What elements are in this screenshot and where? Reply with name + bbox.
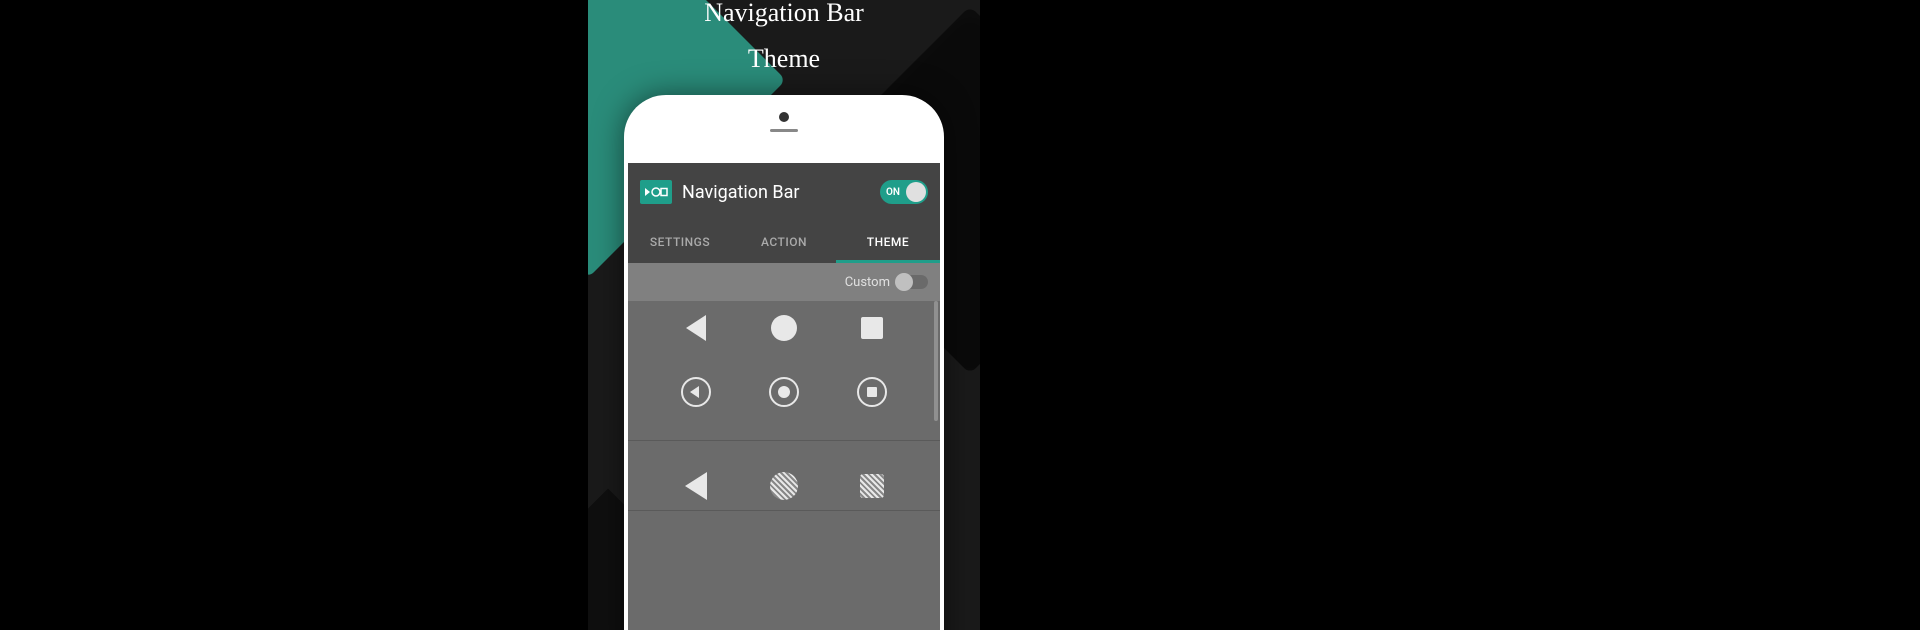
theme-option-outline[interactable] bbox=[628, 343, 940, 441]
home-icon bbox=[769, 471, 799, 501]
promo-title-line2: Theme bbox=[588, 44, 980, 74]
app-logo-icon bbox=[640, 180, 672, 204]
app-screen: Navigation Bar ON SETTINGS ACTION THEME … bbox=[628, 163, 940, 630]
tab-theme[interactable]: THEME bbox=[836, 221, 940, 263]
theme-option-hatched[interactable] bbox=[628, 441, 940, 511]
home-icon bbox=[769, 377, 799, 407]
home-icon bbox=[769, 313, 799, 343]
tab-indicator bbox=[836, 260, 940, 263]
tab-settings[interactable]: SETTINGS bbox=[628, 221, 732, 263]
app-title: Navigation Bar bbox=[682, 182, 880, 203]
recent-icon bbox=[857, 377, 887, 407]
tab-action[interactable]: ACTION bbox=[732, 221, 836, 263]
navbar-enable-toggle[interactable]: ON bbox=[880, 180, 928, 204]
scrollbar[interactable] bbox=[934, 301, 938, 421]
back-icon bbox=[681, 313, 711, 343]
promo-title: Navigation Bar Theme bbox=[588, 0, 980, 74]
back-icon bbox=[681, 377, 711, 407]
back-icon bbox=[681, 471, 711, 501]
custom-label: Custom bbox=[845, 275, 890, 290]
theme-option-solid[interactable] bbox=[628, 301, 940, 343]
theme-list[interactable] bbox=[628, 301, 940, 511]
tab-bar: SETTINGS ACTION THEME bbox=[628, 221, 940, 263]
promo-title-line1: Navigation Bar bbox=[588, 0, 980, 26]
promo-panel: Navigation Bar Theme Navigation Bar ON bbox=[588, 0, 980, 630]
toggle-knob-icon bbox=[906, 182, 926, 202]
phone-speaker-icon bbox=[770, 129, 798, 132]
custom-toggle[interactable] bbox=[896, 275, 928, 289]
recent-icon bbox=[857, 471, 887, 501]
recent-icon bbox=[857, 313, 887, 343]
app-header: Navigation Bar ON bbox=[628, 163, 940, 221]
toggle-knob-icon bbox=[895, 273, 913, 291]
toggle-on-label: ON bbox=[886, 187, 900, 198]
phone-mockup: Navigation Bar ON SETTINGS ACTION THEME … bbox=[624, 95, 944, 630]
phone-camera-icon bbox=[779, 112, 789, 122]
custom-toggle-row: Custom bbox=[628, 263, 940, 301]
